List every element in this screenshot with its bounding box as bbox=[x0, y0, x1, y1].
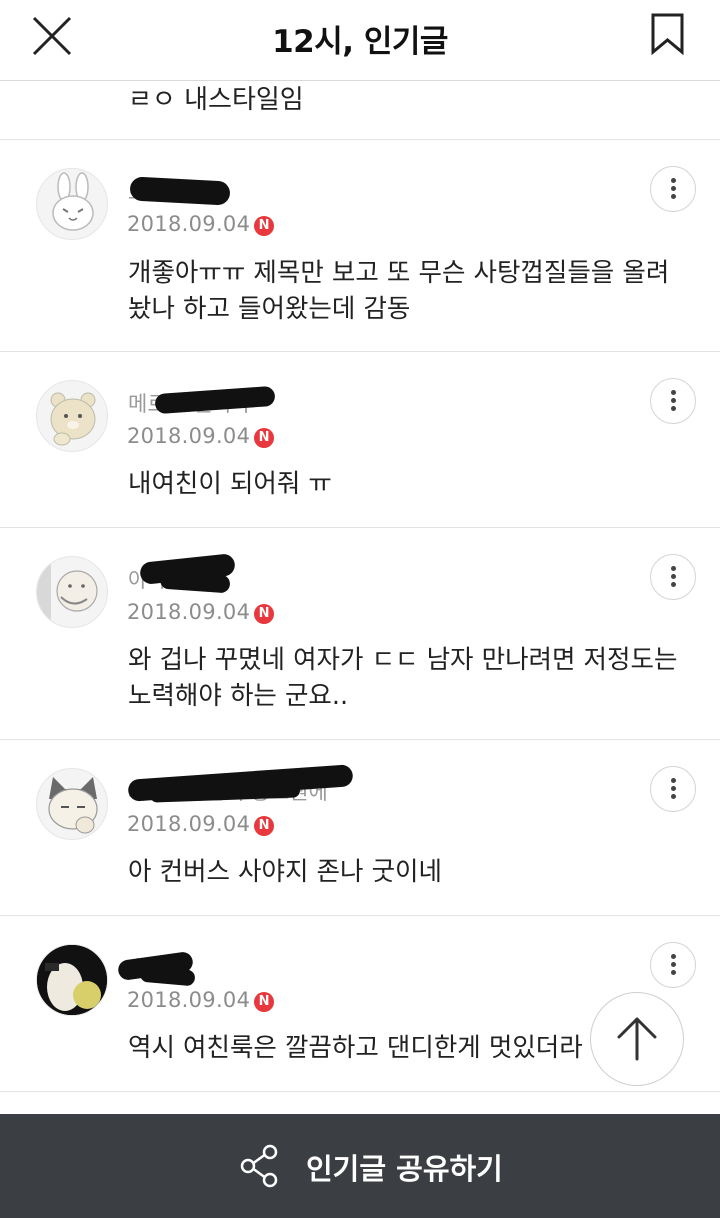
blob-avatar[interactable] bbox=[36, 556, 108, 628]
new-badge: N bbox=[254, 992, 275, 1012]
bookmark-icon[interactable] bbox=[650, 12, 686, 56]
comment-text: ㄹㅇ 내스타일임 bbox=[128, 85, 304, 115]
new-badge: N bbox=[254, 428, 275, 448]
comment-text: 와 겁나 꾸몄네 여자가 ㄷㄷ 남자 만나려면 저정도는 노력해야 하는 군요.… bbox=[128, 645, 678, 711]
top-bar: 12시, 인기글 bbox=[0, 0, 720, 81]
share-icon bbox=[240, 1144, 278, 1188]
more-options-icon[interactable] bbox=[650, 554, 696, 600]
comment-item: 메르스 캘리마 2018.09.04N 내여친이 되어줘 ㅠ bbox=[0, 352, 720, 528]
comment-text: 개좋아ㅠㅠ 제목만 보고 또 무슨 사탕껍질들을 올려놨나 하고 들어왔는데 감… bbox=[128, 258, 670, 324]
comment-date: 2018.09.04 N bbox=[127, 988, 275, 1012]
more-options-icon[interactable] bbox=[650, 378, 696, 424]
more-options-icon[interactable] bbox=[650, 942, 696, 988]
comment-item: 초록패러 2018.09.04N 개좋아ㅠㅠ 제목만 보고 또 무슨 사탕껍질들… bbox=[0, 140, 720, 352]
redaction-mark bbox=[139, 965, 196, 987]
rabbit-avatar[interactable] bbox=[36, 168, 108, 240]
comment-date: 2018.09.04 N bbox=[127, 812, 275, 836]
new-badge: N bbox=[254, 604, 275, 624]
more-options-icon[interactable] bbox=[650, 166, 696, 212]
more-options-icon[interactable] bbox=[650, 766, 696, 812]
scroll-to-top-button[interactable] bbox=[590, 992, 684, 1086]
share-bar[interactable]: 인기글 공유하기 bbox=[0, 1114, 720, 1218]
cat-avatar[interactable] bbox=[36, 768, 108, 840]
comment-date: 2018.09.04 N bbox=[127, 424, 275, 448]
share-button-label[interactable]: 인기글 공유하기 bbox=[306, 1146, 503, 1188]
comment-text: 역시 여친룩은 깔끔하고 댄디한게 멋있더라 bbox=[128, 1033, 583, 1063]
comment-item: 외간남자를 무릉도원에 2018.09.04N 아 컨버스 사야지 존나 굿이네 bbox=[0, 740, 720, 916]
arrow-up-icon bbox=[617, 1017, 657, 1061]
new-badge: N bbox=[254, 816, 275, 836]
photo-avatar[interactable] bbox=[36, 944, 108, 1016]
comment-date: 2018.09.04 N bbox=[127, 600, 275, 624]
comment-item: 아나가든링 2018.09.04N 와 겁나 꾸몄네 여자가 ㄷㄷ 남자 만나려… bbox=[0, 528, 720, 740]
page-title: 12시, 인기글 bbox=[272, 24, 448, 60]
comment-date: 2018.09.04 N bbox=[127, 212, 275, 236]
comment-text: 내여친이 되어줘 ㅠ bbox=[128, 469, 332, 499]
comment-fragment: ㄹㅇ 내스타일임 bbox=[0, 81, 720, 140]
bear-avatar[interactable] bbox=[36, 380, 108, 452]
comment-list: ㄹㅇ 내스타일임 초록패러 2018.09.04N 개좋아ㅠㅠ 제목만 보고 또… bbox=[0, 81, 720, 1092]
new-badge: N bbox=[254, 216, 275, 236]
comment-text: 아 컨버스 사야지 존나 굿이네 bbox=[128, 857, 442, 887]
